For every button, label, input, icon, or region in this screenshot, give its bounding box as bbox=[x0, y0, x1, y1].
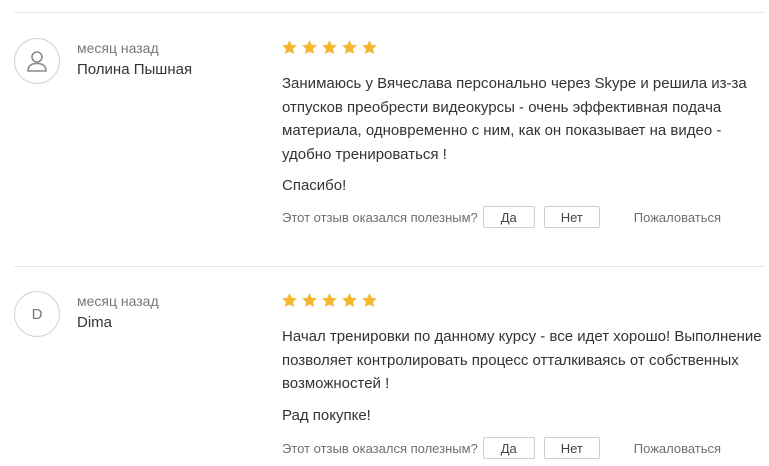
review-text: Занимаюсь у Вячеслава персонально через … bbox=[282, 72, 762, 198]
helpful-question: Этот отзыв оказался полезным? bbox=[282, 209, 478, 225]
star-icon bbox=[321, 292, 338, 309]
helpful-question: Этот отзыв оказался полезным? bbox=[282, 440, 478, 456]
review-body: Начал тренировки по данному курсу - все … bbox=[282, 328, 762, 392]
helpful-row: Этот отзыв оказался полезным? Да Нет Пож… bbox=[282, 206, 721, 228]
helpful-no-button[interactable]: Нет bbox=[543, 437, 600, 459]
helpful-yes-button[interactable]: Да bbox=[482, 206, 535, 228]
divider bbox=[14, 12, 764, 13]
helpful-no-button[interactable]: Нет bbox=[543, 206, 600, 228]
report-link[interactable]: Пожаловаться bbox=[634, 210, 721, 225]
star-icon bbox=[281, 292, 298, 309]
star-icon bbox=[281, 39, 298, 56]
rating-stars bbox=[281, 39, 378, 56]
star-icon bbox=[301, 292, 318, 309]
star-icon bbox=[341, 292, 358, 309]
review-body: Занимаюсь у Вячеслава персонально через … bbox=[282, 75, 747, 163]
divider bbox=[14, 266, 764, 267]
star-icon bbox=[361, 292, 378, 309]
report-link[interactable]: Пожаловаться bbox=[634, 441, 721, 456]
avatar bbox=[14, 38, 60, 84]
avatar: D bbox=[14, 291, 60, 337]
review-date: месяц назад bbox=[77, 293, 159, 309]
review-text: Начал тренировки по данному курсу - все … bbox=[282, 325, 762, 427]
helpful-row: Этот отзыв оказался полезным? Да Нет Пож… bbox=[282, 437, 721, 459]
review-date: месяц назад bbox=[77, 40, 159, 56]
helpful-yes-button[interactable]: Да bbox=[482, 437, 535, 459]
review-author: Полина Пышная bbox=[77, 61, 193, 78]
star-icon bbox=[361, 39, 378, 56]
avatar-letter: D bbox=[31, 305, 43, 323]
rating-stars bbox=[281, 292, 378, 309]
review-author: Dima bbox=[77, 314, 113, 331]
review-closing: Рад покупке! bbox=[282, 406, 371, 424]
star-icon bbox=[321, 39, 338, 56]
star-icon bbox=[341, 39, 358, 56]
star-icon bbox=[301, 39, 318, 56]
user-icon bbox=[24, 48, 50, 74]
review-closing: Спасибо! bbox=[282, 177, 347, 194]
